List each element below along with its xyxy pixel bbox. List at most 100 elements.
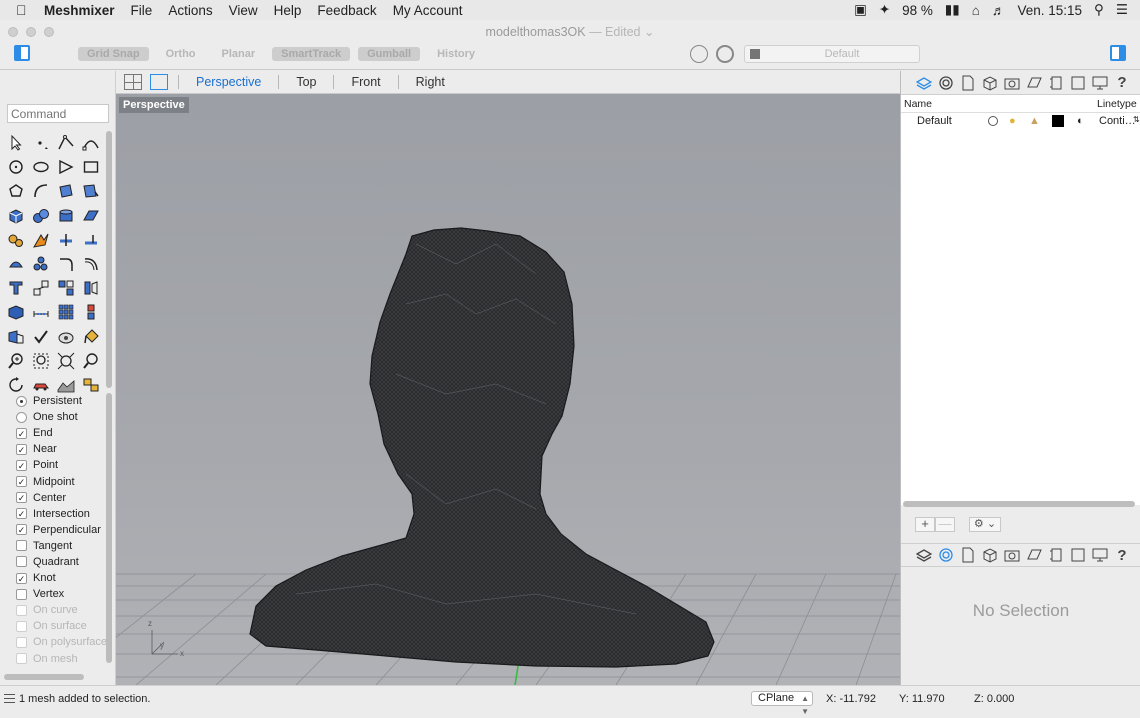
perspective-viewport[interactable]: Perspective z y x xyxy=(116,94,900,685)
toggle-sidebar-button[interactable] xyxy=(14,45,30,61)
solid-box-icon[interactable] xyxy=(3,300,28,324)
point-icon[interactable] xyxy=(28,131,53,155)
layer-color-swatch[interactable] xyxy=(1052,115,1064,127)
osnap-on-surface[interactable]: On surface xyxy=(16,618,107,634)
smarttrack-toggle[interactable]: SmartTrack xyxy=(272,47,351,61)
render-icon[interactable] xyxy=(53,325,78,349)
cplane-dropdown[interactable]: CPlane ▲ ▼ xyxy=(751,691,813,716)
layers-tab-icon[interactable] xyxy=(915,547,933,563)
osnap-center[interactable]: ✓ Center xyxy=(16,490,107,506)
zoom-window-icon[interactable] xyxy=(28,349,53,373)
display-mode-tab-icon[interactable] xyxy=(1091,75,1109,91)
layer-name[interactable]: Default xyxy=(917,115,952,127)
tray-tool-icon[interactable]: ✦ xyxy=(879,2,890,18)
checkbox[interactable] xyxy=(16,604,27,616)
grid-array-icon[interactable] xyxy=(53,300,78,324)
apple-menu-icon[interactable]:  xyxy=(16,2,34,18)
select-tool-icon[interactable] xyxy=(3,131,28,155)
cylinder-icon[interactable] xyxy=(53,204,78,228)
target-icon[interactable] xyxy=(716,45,734,63)
rotate-view-icon[interactable] xyxy=(690,45,708,63)
materials-tab-icon[interactable] xyxy=(1025,547,1043,563)
spheres-icon[interactable] xyxy=(28,204,53,228)
offset-icon[interactable] xyxy=(78,252,103,276)
ellipse-icon[interactable] xyxy=(28,155,53,179)
trim-icon[interactable] xyxy=(53,228,78,252)
battery-icon[interactable]: ▮▮ xyxy=(945,2,960,18)
check-icon[interactable] xyxy=(28,325,53,349)
spotlight-search-icon[interactable]: ⚲ xyxy=(1094,2,1104,18)
four-viewports-icon[interactable] xyxy=(124,74,142,90)
fillet-icon[interactable] xyxy=(53,252,78,276)
radio-button[interactable] xyxy=(16,411,27,423)
osnap-on-mesh[interactable]: On mesh xyxy=(16,651,107,667)
checkbox[interactable]: ✓ xyxy=(16,443,27,455)
screen-mirroring-icon[interactable]: ▣ xyxy=(854,2,867,18)
menu-feedback[interactable]: Feedback xyxy=(317,3,376,18)
dimension-icon[interactable] xyxy=(28,300,53,324)
linetype-stepper-icon[interactable]: ⇅ xyxy=(1133,115,1140,124)
toggle-panels-button[interactable] xyxy=(1110,45,1126,61)
surface-edit-icon[interactable] xyxy=(78,179,103,203)
single-viewport-icon[interactable] xyxy=(150,74,168,90)
tab-front[interactable]: Front xyxy=(334,75,397,89)
viewport-label[interactable]: Perspective xyxy=(119,97,189,113)
rectangle-icon[interactable] xyxy=(78,155,103,179)
osnap-point[interactable]: ✓ Point xyxy=(16,457,107,473)
notes-tab-icon[interactable] xyxy=(1047,547,1065,563)
polygon-icon[interactable] xyxy=(3,179,28,203)
material-icon[interactable]: ◐ xyxy=(1077,115,1084,127)
polyline-icon[interactable] xyxy=(53,131,78,155)
osnap-vertex[interactable]: Vertex xyxy=(16,586,107,602)
triangle-icon[interactable] xyxy=(53,155,78,179)
checkbox[interactable] xyxy=(16,653,27,665)
osnap-quadrant[interactable]: Quadrant xyxy=(16,554,107,570)
notification-center-icon[interactable]: ☰ xyxy=(1116,2,1128,18)
osnap-near[interactable]: ✓ Near xyxy=(16,441,107,457)
checkbox[interactable]: ✓ xyxy=(16,492,27,504)
lock-icon[interactable]: ▲ xyxy=(1029,115,1040,127)
curve-icon[interactable] xyxy=(78,131,103,155)
history-toggle[interactable]: History xyxy=(428,47,484,61)
osnap-scrollbar[interactable] xyxy=(106,393,112,663)
viewports-tab-icon[interactable] xyxy=(1069,547,1087,563)
display-mode-tab-icon[interactable] xyxy=(1091,547,1109,563)
notes-tab-icon[interactable] xyxy=(1047,75,1065,91)
paint-bucket-icon[interactable] xyxy=(78,325,103,349)
add-layer-button[interactable]: + xyxy=(915,517,935,532)
magnify-icon[interactable] xyxy=(78,349,103,373)
document-tab-icon[interactable] xyxy=(959,75,977,91)
viewports-tab-icon[interactable] xyxy=(1069,75,1087,91)
command-history-icon[interactable] xyxy=(4,694,15,703)
grid-snap-toggle[interactable]: Grid Snap xyxy=(78,47,149,61)
flow-icon[interactable] xyxy=(78,276,103,300)
layer-options-button[interactable]: ⚙ ⌄ xyxy=(969,517,1001,532)
osnap-midpoint[interactable]: ✓ Midpoint xyxy=(16,473,107,489)
properties-tab-icon[interactable] xyxy=(937,547,955,563)
gumball-toggle[interactable]: Gumball xyxy=(358,47,421,61)
layer-linetype[interactable]: Conti… xyxy=(1099,115,1136,127)
checkbox[interactable]: ✓ xyxy=(16,508,27,520)
array-icon[interactable] xyxy=(53,276,78,300)
document-title[interactable]: modelthomas3OK — Edited ⌄ xyxy=(0,24,1140,39)
osnap-on-polysurface[interactable]: On polysurface xyxy=(16,634,107,650)
osnap-one-shot[interactable]: One shot xyxy=(16,409,107,425)
shell-icon[interactable] xyxy=(3,252,28,276)
tab-right[interactable]: Right xyxy=(399,75,462,89)
materials-tab-icon[interactable] xyxy=(1025,75,1043,91)
osnap-knot[interactable]: ✓ Knot xyxy=(16,570,107,586)
menu-file[interactable]: File xyxy=(131,3,153,18)
points-on-icon[interactable] xyxy=(28,252,53,276)
menu-actions[interactable]: Actions xyxy=(168,3,212,18)
checkbox[interactable] xyxy=(16,636,27,648)
gears-icon[interactable] xyxy=(3,228,28,252)
ortho-toggle[interactable]: Ortho xyxy=(157,47,205,61)
wifi-icon[interactable]: ⌂ xyxy=(972,3,980,18)
text-object-icon[interactable] xyxy=(3,276,28,300)
checkbox[interactable]: ✓ xyxy=(16,524,27,536)
light-bulb-icon[interactable]: ● xyxy=(1009,115,1016,127)
osnap-intersection[interactable]: ✓ Intersection xyxy=(16,506,107,522)
planar-toggle[interactable]: Planar xyxy=(213,47,265,61)
radio-button[interactable] xyxy=(16,395,27,407)
layers-horizontal-scrollbar[interactable] xyxy=(903,501,1135,507)
